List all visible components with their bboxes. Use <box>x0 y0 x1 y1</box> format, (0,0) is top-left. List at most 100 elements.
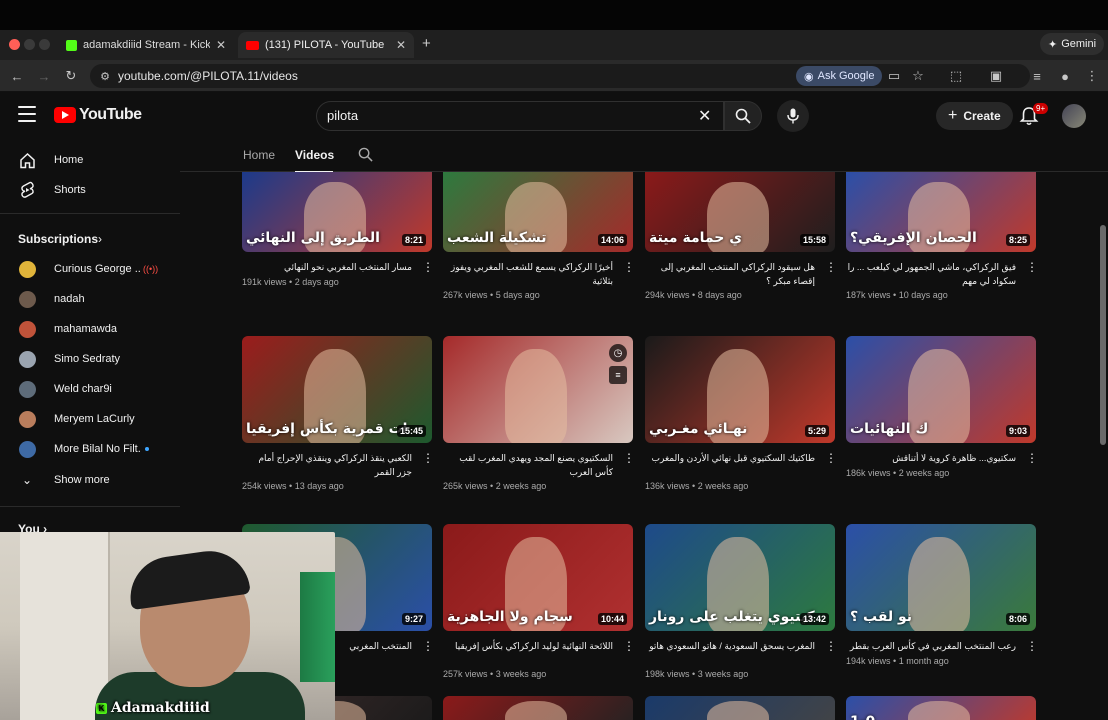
sidebar-subscription[interactable]: Meryem LaCurly <box>0 404 170 434</box>
view-count: 198k views <box>645 669 690 679</box>
watch-later-clock-icon[interactable]: ◷ <box>609 344 627 362</box>
sidebar-item-shorts[interactable]: Shorts <box>0 175 170 205</box>
video-title[interactable]: فيق الركراكي، ماشي الجمهور لي كيلعب ... … <box>846 260 1016 288</box>
back-arrow-icon[interactable]: ← <box>7 66 27 86</box>
video-title[interactable]: الكعبي ينقذ الركراكي وينقذي الإحراج أمام… <box>242 451 412 479</box>
site-settings-icon[interactable]: ⚙ <box>95 66 115 86</box>
sidebar-item-home[interactable]: Home <box>0 145 170 175</box>
video-menu-icon[interactable]: ⋮ <box>623 639 635 653</box>
sidebar-subscription[interactable]: Simo Sedraty <box>0 344 170 374</box>
subscriptions-heading[interactable]: Subscriptions › <box>0 224 170 254</box>
video-thumbnail[interactable]: كيتيوي يتغلب على رونار 13:42 <box>645 524 835 631</box>
video-thumbnail[interactable]: الحصان الإفريقي؟ 8:25 <box>846 172 1036 252</box>
guide-menu-icon[interactable] <box>18 106 36 122</box>
youtube-logo[interactable]: YouTube <box>54 106 142 124</box>
profile-icon[interactable]: ● <box>1055 66 1075 86</box>
youtube-logo-text: YouTube <box>79 106 142 123</box>
video-menu-icon[interactable]: ⋮ <box>1026 260 1038 274</box>
tab-search-icon[interactable]: ▣ <box>986 66 1006 86</box>
video-menu-icon[interactable]: ⋮ <box>825 260 837 274</box>
media-icon[interactable]: ≡ <box>1027 66 1047 86</box>
video-title[interactable]: المغرب يسحق السعودية / هاتو السعودي هاتو <box>645 639 815 653</box>
metadata-separator: • <box>890 656 899 666</box>
view-count: 265k views <box>443 481 488 491</box>
reload-icon[interactable]: ↻ <box>61 66 81 86</box>
clear-search-icon[interactable]: ✕ <box>698 106 711 126</box>
video-menu-icon[interactable]: ⋮ <box>422 260 434 274</box>
ask-google-button[interactable]: ◉ Ask Google <box>796 66 883 86</box>
thumbnail-presenter-image <box>505 700 567 720</box>
video-menu-icon[interactable]: ⋮ <box>825 639 837 653</box>
video-menu-icon[interactable]: ⋮ <box>422 451 434 465</box>
scrollbar-thumb[interactable] <box>1100 225 1106 445</box>
metadata-separator: • <box>487 669 496 679</box>
video-menu-icon[interactable]: ⋮ <box>825 451 837 465</box>
video-title[interactable]: اللائحة النهائية لوليد الركراكي بكأس إفر… <box>443 639 613 653</box>
microphone-icon <box>787 108 799 124</box>
close-window-button[interactable] <box>9 39 20 50</box>
forward-arrow-icon[interactable]: → <box>34 66 54 86</box>
thumbnail-presenter-image <box>908 536 970 631</box>
video-title[interactable]: رعب المنتخب المغربي في كأس العرب بقطر <box>846 639 1016 653</box>
create-label: Create <box>963 109 1001 123</box>
account-avatar[interactable] <box>1062 104 1086 128</box>
cast-icon[interactable]: ▭ <box>884 66 904 86</box>
video-duration: 15:45 <box>396 425 426 437</box>
metadata-separator: • <box>689 290 698 300</box>
video-menu-icon[interactable]: ⋮ <box>1026 639 1038 653</box>
browser-menu-icon[interactable]: ⋮ <box>1082 66 1102 86</box>
bookmark-star-icon[interactable]: ☆ <box>908 66 928 86</box>
sidebar-subscription[interactable]: mahamawda <box>0 314 170 344</box>
video-thumbnail[interactable]: الطريق إلى النهائي 8:21 <box>242 172 432 252</box>
browser-tab-youtube[interactable]: (131) PILOTA - YouTube ✕ <box>238 32 414 58</box>
video-metadata: 191k views • 2 days ago <box>242 277 339 287</box>
video-thumbnail[interactable]: ات قمرية بكأس إفريقيا 15:45 <box>242 336 432 443</box>
video-thumbnail[interactable]: ي حمامة ميتة 15:58 <box>645 172 835 252</box>
search-input[interactable] <box>327 108 667 123</box>
video-title[interactable]: مسار المنتخب المغربي نحو النهائي <box>242 260 412 274</box>
video-thumbnail[interactable] <box>645 696 835 720</box>
close-tab-icon[interactable]: ✕ <box>396 38 406 52</box>
search-button[interactable] <box>724 101 762 131</box>
tab-videos[interactable]: Videos <box>295 148 334 162</box>
video-thumbnail[interactable]: ◷ ≡ <box>443 336 633 443</box>
upload-age: 2 weeks ago <box>697 481 749 491</box>
close-tab-icon[interactable]: ✕ <box>216 38 226 52</box>
add-to-queue-icon[interactable]: ≡ <box>609 366 627 384</box>
show-more-button[interactable]: ⌄ Show more <box>0 465 170 495</box>
video-thumbnail[interactable]: نو لقب ؟ 8:06 <box>846 524 1036 631</box>
new-tab-button[interactable]: + <box>422 35 431 52</box>
sidebar-subscription[interactable]: Curious George ... ((•)) <box>0 254 170 284</box>
video-thumbnail[interactable]: 1-0 <box>846 696 1036 720</box>
voice-search-button[interactable] <box>777 100 809 132</box>
channel-avatar <box>19 290 36 308</box>
video-title[interactable]: السكتيوي يصنع المجد ويهدي المغرب لقب كأس… <box>443 451 613 479</box>
video-title[interactable]: أخيرًا الركراكي يسمع للشعب المغربي ويفوز… <box>443 260 613 288</box>
channel-search-icon[interactable] <box>358 147 373 162</box>
video-menu-icon[interactable]: ⋮ <box>623 451 635 465</box>
video-thumbnail[interactable]: تشكيلة الشعب 14:06 <box>443 172 633 252</box>
zoom-window-button[interactable] <box>39 39 50 50</box>
create-button[interactable]: + Create <box>936 102 1013 130</box>
sidebar-subscription[interactable]: Weld char9i <box>0 374 170 404</box>
video-menu-icon[interactable]: ⋮ <box>1026 451 1038 465</box>
video-menu-icon[interactable]: ⋮ <box>422 639 434 653</box>
sidebar-subscription[interactable]: More Bilal No Filt... <box>0 434 170 464</box>
gemini-button[interactable]: ✦ Gemini <box>1040 33 1105 55</box>
extensions-icon[interactable]: ⬚ <box>946 66 966 86</box>
minimize-window-button[interactable] <box>24 39 35 50</box>
video-metadata: 294k views • 8 days ago <box>645 290 742 300</box>
browser-tab-kick[interactable]: adamakdiiid Stream - Kick Da ✕ <box>58 32 234 58</box>
tab-home[interactable]: Home <box>243 148 275 162</box>
upload-age: 2 weeks ago <box>495 481 547 491</box>
video-thumbnail[interactable] <box>443 696 633 720</box>
sidebar-subscription[interactable]: nadah <box>0 284 170 314</box>
url-text[interactable]: youtube.com/@PILOTA.11/videos <box>118 69 298 83</box>
video-title[interactable]: طاكتيك السكتيوي قبل نهائي الأردن والمغرب <box>645 451 815 465</box>
video-title[interactable]: سكتيوي... ظاهرة كروية لا أتناقش <box>846 451 1016 465</box>
video-title[interactable]: هل سيقود الركراكي المنتخب المغربي إلى إق… <box>645 260 815 288</box>
video-thumbnail[interactable]: سجام ولا الجاهزية 10:44 <box>443 524 633 631</box>
video-menu-icon[interactable]: ⋮ <box>623 260 635 274</box>
video-thumbnail[interactable]: ك النهائيات 9:03 <box>846 336 1036 443</box>
video-thumbnail[interactable]: نهـائي مغـربي 5:29 <box>645 336 835 443</box>
